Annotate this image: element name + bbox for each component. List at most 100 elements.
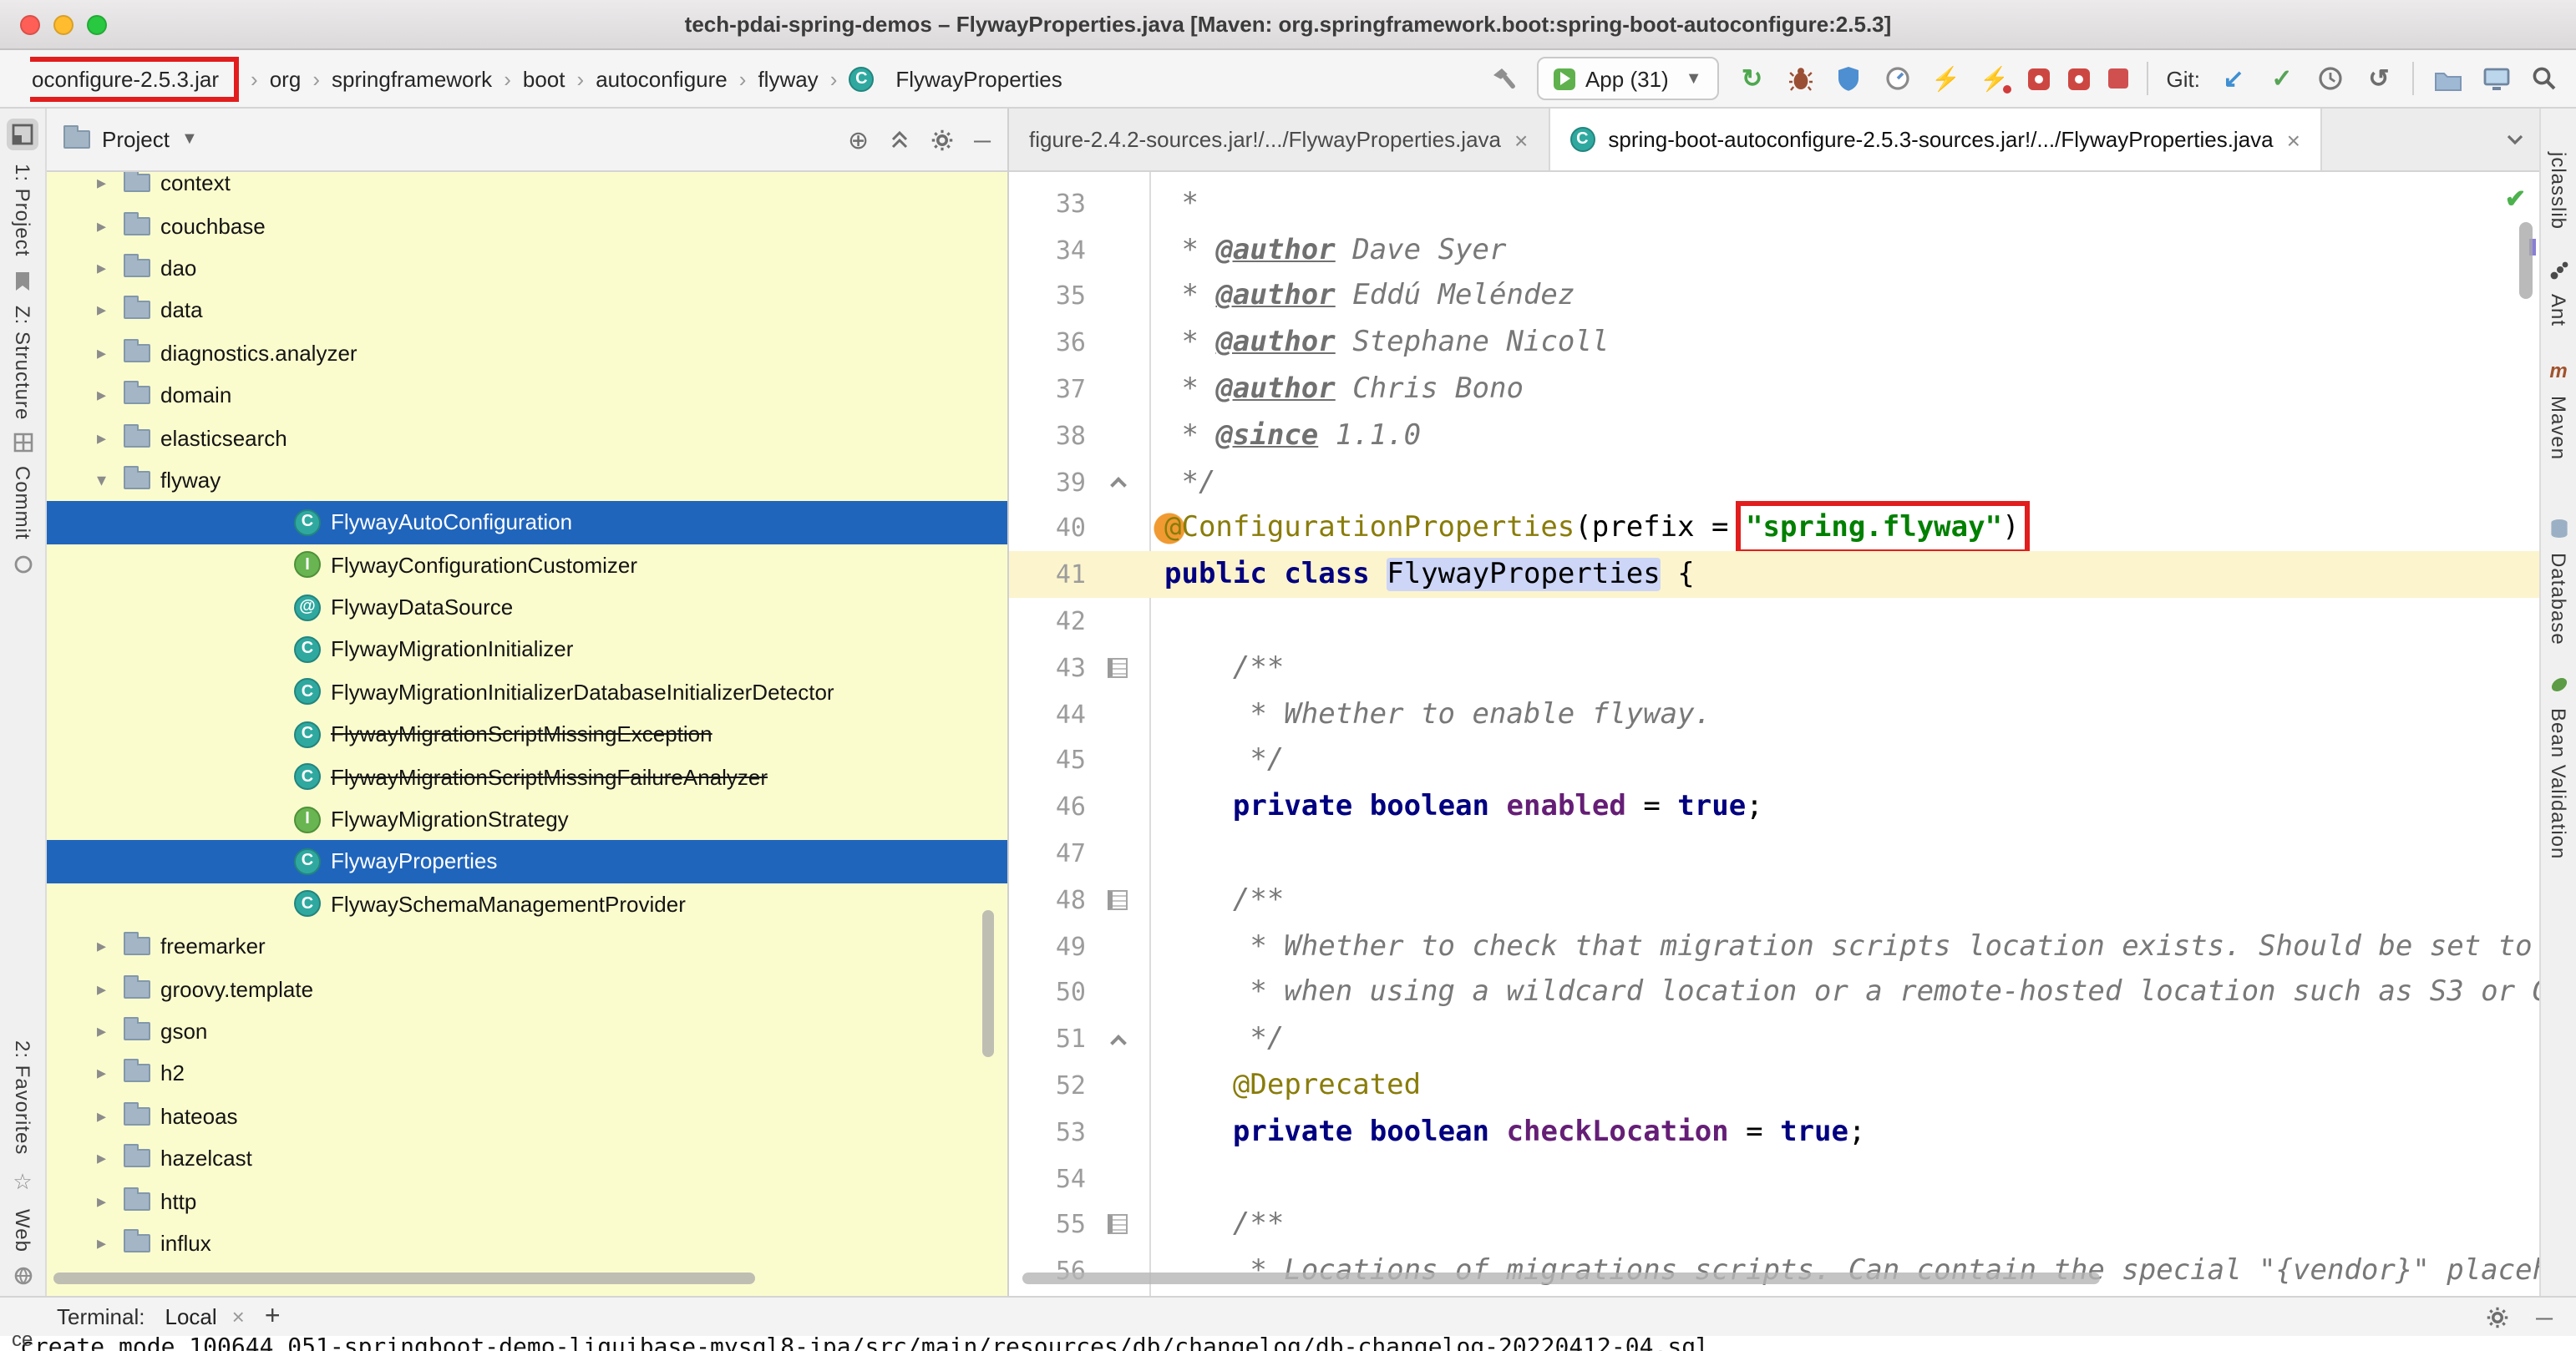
breadcrumb-boot[interactable]: boot [523,66,565,91]
code-line-43[interactable]: 43 /** [1009,645,2539,691]
tree-item-FlywaySchemaManagementProvider[interactable]: C FlywaySchemaManagementProvider [47,883,1007,925]
rollback-icon[interactable]: ↺ [2364,63,2394,94]
gear-icon[interactable] [2486,1305,2509,1328]
tool-button-structure[interactable]: Z: Structure [11,305,34,419]
code-line-38[interactable]: 38 * @since 1.1.0 [1009,412,2539,459]
database-icon[interactable] [2548,517,2568,539]
code-line-35[interactable]: 35 * @author Eddú Meléndez [1009,273,2539,320]
update-project-icon[interactable]: ↙ [2219,63,2249,94]
star-icon[interactable]: ☆ [13,1169,32,1196]
code-text[interactable]: * @since 1.1.0 [1149,419,1421,453]
code-editor[interactable]: 33 * 34 * @author Dave Syer 35 * @author E… [1009,172,2539,1296]
run-configuration-selector[interactable]: App (31) ▼ [1536,57,1719,100]
tree-item-context[interactable]: ▸ context [47,172,1007,205]
breadcrumb-autoconfigure[interactable]: autoconfigure [596,66,728,91]
code-line-50[interactable]: 50 * when using a wildcard location or a… [1009,969,2539,1016]
line-number[interactable]: 51 [1009,1024,1086,1054]
stop-icon[interactable] [2107,68,2128,89]
code-text[interactable]: */ [1149,465,1215,498]
breadcrumb-class[interactable]: FlywayProperties [895,66,1062,91]
close-icon[interactable]: × [232,1304,245,1329]
tree-item-freemarker[interactable]: ▸ freemarker [47,925,1007,968]
breadcrumb-org[interactable]: org [270,66,302,91]
collapse-all-icon[interactable] [889,129,910,150]
code-text[interactable]: * @author Chris Bono [1149,372,1523,406]
code-text[interactable]: * when using a wildcard location or a re… [1149,976,2539,1009]
chevron-right-icon[interactable]: ▸ [97,172,124,194]
hammer-icon[interactable] [1488,63,1519,94]
circle-icon[interactable] [13,554,33,574]
line-number[interactable]: 38 [1009,421,1086,451]
line-number[interactable]: 53 [1009,1117,1086,1147]
plugin-red-icon[interactable] [2027,68,2050,89]
line-number[interactable]: 52 [1009,1070,1086,1101]
chevron-right-icon[interactable]: ▸ [97,257,124,279]
bolt-extra-icon[interactable]: ⚡ [1980,63,2011,94]
line-number[interactable]: 44 [1009,699,1086,729]
breadcrumb-jar[interactable]: oconfigure-2.5.3.jar [30,56,240,101]
tree-item-FlywayMigrationScriptMissingFailureAnalyzer[interactable]: C FlywayMigrationScriptMissingFailureAnal… [47,756,1007,798]
close-icon[interactable]: × [2287,126,2300,153]
tree-item-FlywayMigrationInitializer[interactable]: C FlywayMigrationInitializer [47,629,1007,671]
chevron-right-icon[interactable]: ▸ [97,1063,124,1085]
profiler-icon[interactable] [1883,63,1913,94]
history-clock-icon[interactable] [2315,63,2345,94]
project-vertical-scrollbar[interactable] [982,910,994,1057]
tree-item-FlywayMigrationStrategy[interactable]: I FlywayMigrationStrategy [47,798,1007,841]
tree-item-domain[interactable]: ▸ domain [47,374,1007,417]
editor-vertical-scrollbar[interactable] [2519,222,2533,299]
bean-icon[interactable] [2548,675,2568,695]
tool-button-database[interactable]: Database [2547,552,2570,645]
tool-button-maven[interactable]: Maven [2547,396,2570,460]
code-text[interactable]: /** [1149,883,1284,917]
doc-gutter-icon[interactable] [1086,1214,1149,1235]
chevron-right-icon[interactable]: ▸ [97,1106,124,1127]
chevron-right-icon[interactable]: ▸ [97,978,124,999]
code-text[interactable]: */ [1149,1022,1284,1055]
code-text[interactable]: */ [1149,744,1284,777]
tree-item-elasticsearch[interactable]: ▸ elasticsearch [47,417,1007,459]
fold-gutter-icon[interactable] [1086,473,1149,494]
tree-item-FlywayMigrationInitializerDatabaseInitializerDetector[interactable]: C FlywayMigrationInitializerDatabaseIniti… [47,670,1007,713]
editor-tab-inactive[interactable]: figure-2.4.2-sources.jar!/.../FlywayProp… [1009,109,1550,170]
doc-gutter-icon[interactable] [1086,889,1149,910]
code-text[interactable]: private boolean enabled = true; [1149,791,1763,824]
chevron-right-icon[interactable]: ▸ [97,1147,124,1169]
line-number[interactable]: 43 [1009,653,1086,683]
tree-item-dao[interactable]: ▸ dao [47,247,1007,290]
tool-button-commit[interactable]: Commit [11,467,34,541]
gear-icon[interactable] [931,128,954,151]
code-line-36[interactable]: 36 * @author Stephane Nicoll [1009,320,2539,367]
tool-button-project[interactable]: 1: Project [11,164,34,256]
code-text[interactable]: /** [1149,1208,1284,1242]
code-text[interactable]: * @author Stephane Nicoll [1149,326,1609,360]
tree-item-influx[interactable]: ▸ influx [47,1222,1007,1265]
tree-item-data[interactable]: ▸ data [47,289,1007,331]
tree-item-FlywayProperties[interactable]: C FlywayProperties [47,840,1007,883]
tool-button-bean-validation[interactable]: Bean Validation [2547,708,2570,859]
locate-file-icon[interactable]: ⊕ [848,124,869,154]
line-number[interactable]: 33 [1009,189,1086,219]
chevron-right-icon[interactable]: ▸ [97,1020,124,1042]
code-text[interactable]: @Deprecated [1149,1069,1421,1102]
line-number[interactable]: 54 [1009,1163,1086,1193]
line-number[interactable]: 35 [1009,281,1086,311]
hide-terminal-icon[interactable]: ─ [2536,1303,2553,1330]
maven-icon[interactable]: m [2549,359,2567,382]
close-window-button[interactable] [20,15,40,35]
terminal-output[interactable]: create mode 100644 051-springboot-demo-l… [0,1336,2576,1351]
tool-button-jclasslib[interactable]: jclasslib [2547,152,2570,230]
line-number[interactable]: 41 [1009,560,1086,590]
editor-horizontal-scrollbar[interactable] [1022,1273,2100,1284]
tree-item-hazelcast[interactable]: ▸ hazelcast [47,1137,1007,1180]
tree-item-gson[interactable]: ▸ gson [47,1010,1007,1053]
preview-monitor-icon[interactable] [2481,63,2511,94]
chevron-down-icon[interactable]: ▼ [181,130,198,149]
debug-icon[interactable] [1786,63,1816,94]
line-number[interactable]: 47 [1009,838,1086,868]
line-number[interactable]: 36 [1009,328,1086,358]
code-line-44[interactable]: 44 * Whether to enable flyway. [1009,691,2539,738]
chevron-right-icon[interactable]: ▸ [97,215,124,236]
new-terminal-button[interactable]: + [265,1302,281,1332]
line-number[interactable]: 42 [1009,606,1086,636]
